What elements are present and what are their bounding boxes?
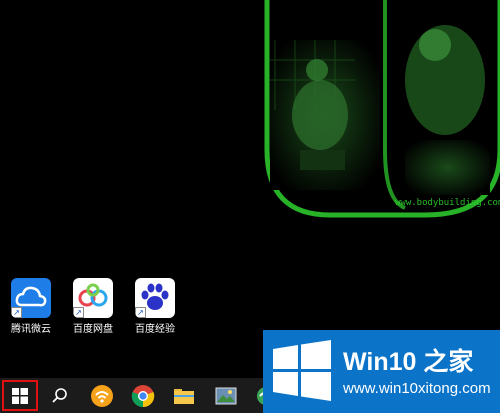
image-icon xyxy=(215,387,237,405)
shortcut-arrow-icon: ↗ xyxy=(11,307,22,318)
svg-text:www.bodybuilding.com: www.bodybuilding.com xyxy=(395,198,500,208)
windows-logo-icon xyxy=(273,340,331,401)
desktop-icon-label: 腾讯微云 xyxy=(11,324,51,335)
desktop-icon-label: 百度网盘 xyxy=(73,324,113,335)
search-button[interactable] xyxy=(46,382,74,410)
wallpaper-art: www.bodybuilding.com xyxy=(255,0,500,220)
taskbar-app-photo[interactable] xyxy=(212,382,240,410)
shortcut-arrow-icon: ↗ xyxy=(73,307,84,318)
desktop-icon-baidu-jingyan[interactable]: ↗ 百度经验 xyxy=(126,278,184,335)
taskbar-app-chrome[interactable] xyxy=(129,382,157,410)
search-icon xyxy=(52,388,67,403)
wifi-app-icon xyxy=(91,385,113,407)
watermark-url: www.win10xitong.com xyxy=(343,380,491,397)
taskbar-app-wifi[interactable] xyxy=(88,382,116,410)
folder-icon xyxy=(174,389,194,404)
start-button[interactable] xyxy=(2,380,38,411)
watermark-title: Win10 之家 xyxy=(343,348,474,376)
chrome-icon xyxy=(131,385,155,408)
weiyun-cloud-icon: ↗ xyxy=(11,278,51,318)
shortcut-arrow-icon: ↗ xyxy=(135,307,146,318)
baidu-paw-icon: ↗ xyxy=(135,278,175,318)
desktop-icon-baidu-netdisk[interactable]: ↗ 百度网盘 xyxy=(64,278,122,335)
desktop-icon-weiyun[interactable]: ↗ 腾讯微云 xyxy=(2,278,60,335)
taskbar-app-file-explorer[interactable] xyxy=(170,382,198,410)
baidu-netdisk-icon: ↗ xyxy=(73,278,113,318)
win10-watermark: Win10 之家 www.win10xitong.com xyxy=(263,330,500,413)
desktop-icon-label: 百度经验 xyxy=(135,324,175,335)
windows-logo-icon xyxy=(12,387,28,404)
